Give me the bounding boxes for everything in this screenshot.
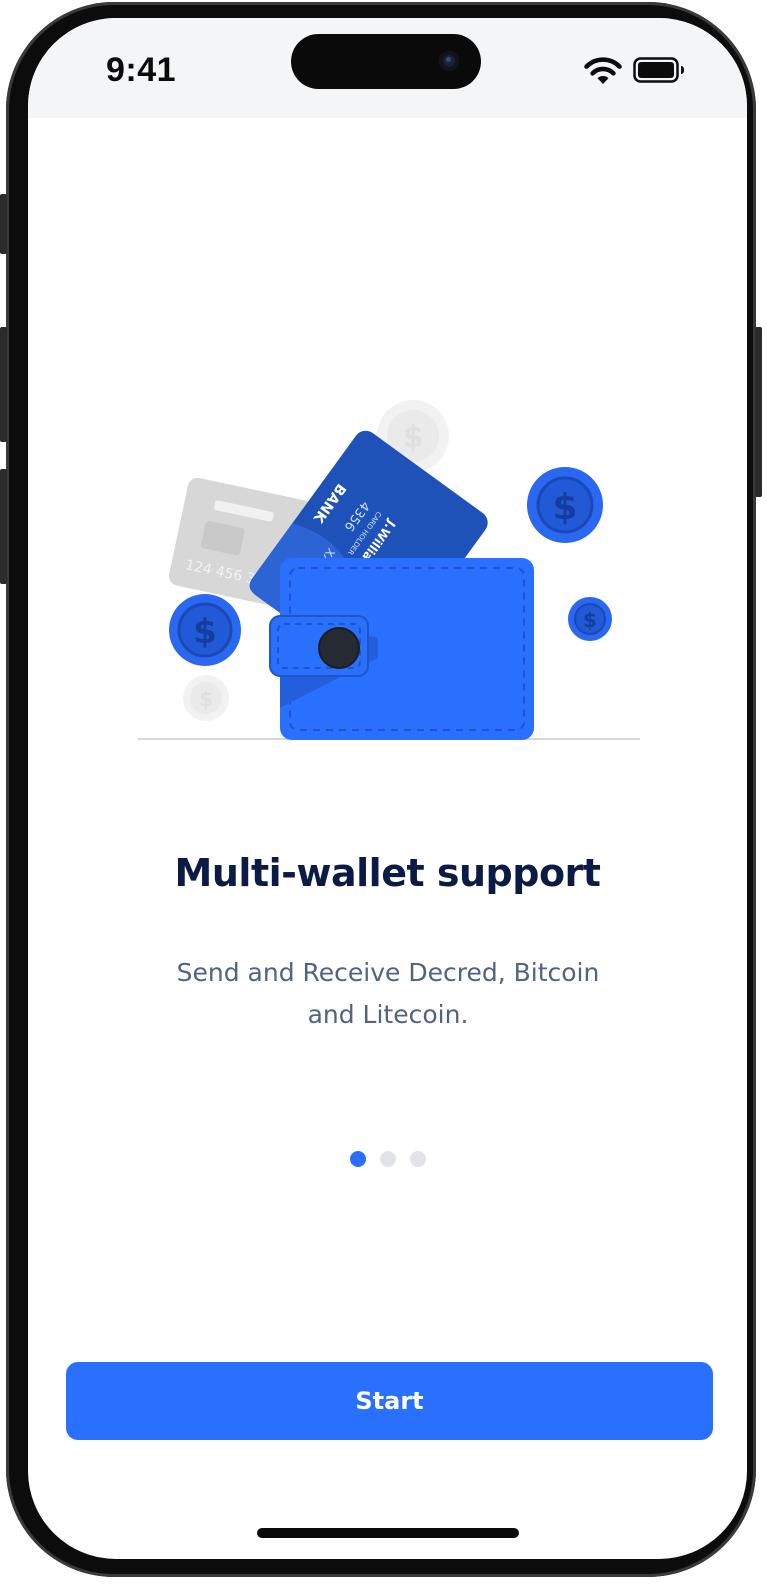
svg-text:$: $ [403,420,424,455]
wallet-body [269,558,534,740]
coin-left-icon: $ [169,594,241,666]
dynamic-island [291,34,481,89]
wallet-illustration: $ $ 124 456 3 BANK 4356 CARD HOLDER J.Wi… [138,400,640,740]
page-dot-1[interactable] [349,1151,366,1167]
onboarding-title: Multi-wallet support [174,851,601,895]
volume-up-button [0,327,7,442]
coin-small-icon: $ [568,597,612,641]
status-bar: 9:41 [28,18,747,118]
home-indicator[interactable] [257,1528,519,1538]
status-time: 9:41 [106,51,177,89]
page-dot-3[interactable] [409,1151,426,1167]
app-screen: 9:41 $ $ 124 456 3 BANK 4356 CARD HOLDER… [28,18,747,1559]
svg-text:$: $ [552,487,577,528]
action-button [0,194,7,254]
camera-icon [439,51,459,71]
power-button [755,327,762,497]
svg-text:$: $ [193,612,217,652]
page-indicator [28,1151,747,1167]
svg-text:$: $ [583,608,597,632]
page-dot-2[interactable] [379,1151,396,1167]
onboarding-subtitle: Send and Receive Decred, Bitcoin and Lit… [176,958,600,1029]
battery-icon [633,57,684,83]
svg-text:$: $ [199,687,213,711]
start-button[interactable]: Start [66,1362,713,1440]
faint-coin-bottom: $ [183,675,229,721]
coin-right-icon: $ [527,467,603,543]
wifi-icon [584,57,622,84]
volume-down-button [0,469,7,584]
phone-frame: 9:41 $ $ 124 456 3 BANK 4356 CARD HOLDER… [0,2,762,1577]
